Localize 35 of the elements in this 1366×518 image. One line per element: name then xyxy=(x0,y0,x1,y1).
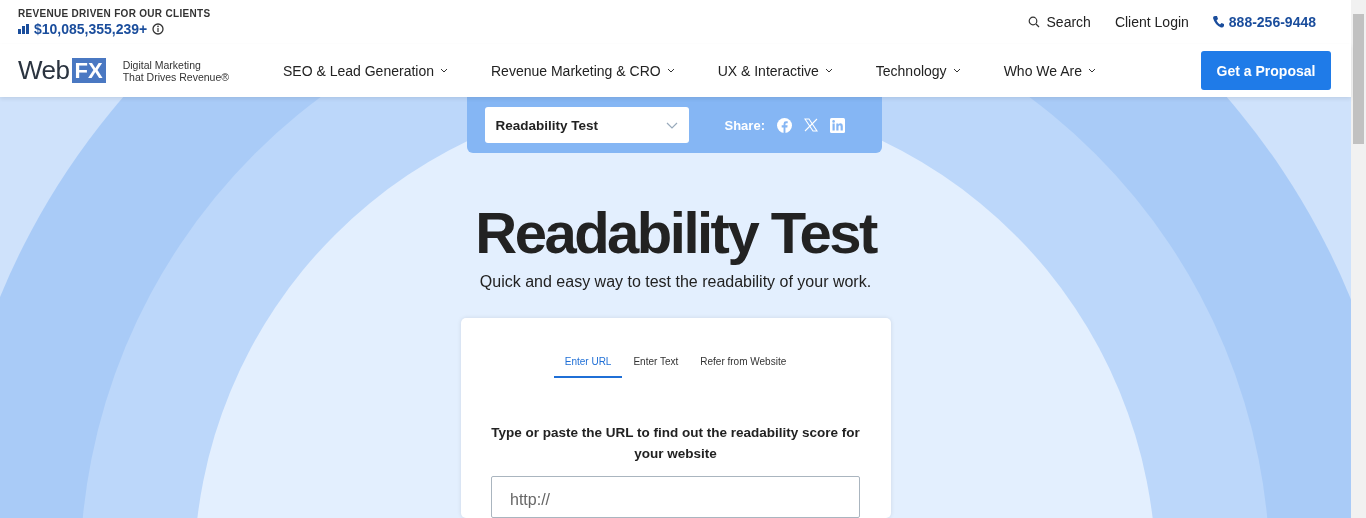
tagline: Digital Marketing xyxy=(122,58,202,71)
page-subtitle: Quick and easy way to test the readability of your work. xyxy=(479,273,872,291)
nav-menu-item[interactable]: Who We Are xyxy=(1003,62,1096,79)
revenue-value: $10,085,355,239+ xyxy=(34,20,148,37)
page-title: Readability Test xyxy=(475,203,876,263)
form-prompt: Type or paste the URL to find out the readability score for your website xyxy=(490,424,861,463)
chevron-down-icon[interactable] xyxy=(824,68,833,73)
nav-menu-item[interactable]: Revenue Marketing & CRO xyxy=(491,62,675,79)
revenue-label: REVENUE DRIVEN FOR OUR CLIENTS xyxy=(18,7,211,19)
tab[interactable]: Refer from Website xyxy=(689,348,798,378)
tool-dropdown[interactable]: Readability Test xyxy=(484,107,689,143)
phone-link[interactable]: 888-256-9448 xyxy=(1212,14,1316,30)
tagline: That Drives Revenue® xyxy=(122,70,229,83)
tab[interactable]: Enter URL xyxy=(553,348,623,378)
chevron-down-icon[interactable] xyxy=(1087,68,1096,73)
url-input-field[interactable]: http:// xyxy=(491,476,860,518)
tab[interactable]: Enter Text xyxy=(622,348,690,378)
nav-menu-item[interactable]: Technology xyxy=(875,62,961,79)
info-icon[interactable] xyxy=(152,22,165,35)
share-label: Share: xyxy=(724,117,765,133)
chevron-down-icon[interactable] xyxy=(952,68,961,73)
search-link[interactable]: Search xyxy=(1027,14,1091,30)
search-icon[interactable] xyxy=(1027,16,1040,28)
chevron-down-icon[interactable] xyxy=(440,68,448,73)
logo-mark[interactable]: FX xyxy=(71,58,106,83)
scrollbar[interactable] xyxy=(1351,0,1366,518)
client-login-link[interactable]: Client Login xyxy=(1114,14,1189,30)
nav-menu-item[interactable]: UX & Interactive xyxy=(717,62,833,79)
logo-wordmark[interactable]: Web xyxy=(18,55,70,86)
phone-icon[interactable] xyxy=(1212,16,1224,28)
chevron-down-icon[interactable] xyxy=(666,68,675,73)
scrollbar-thumb[interactable] xyxy=(1353,14,1364,144)
get-proposal-button[interactable]: Get a Proposal xyxy=(1201,51,1331,90)
nav-menu-item[interactable]: SEO & Lead Generation xyxy=(283,62,448,79)
bar-chart-icon xyxy=(18,23,29,34)
